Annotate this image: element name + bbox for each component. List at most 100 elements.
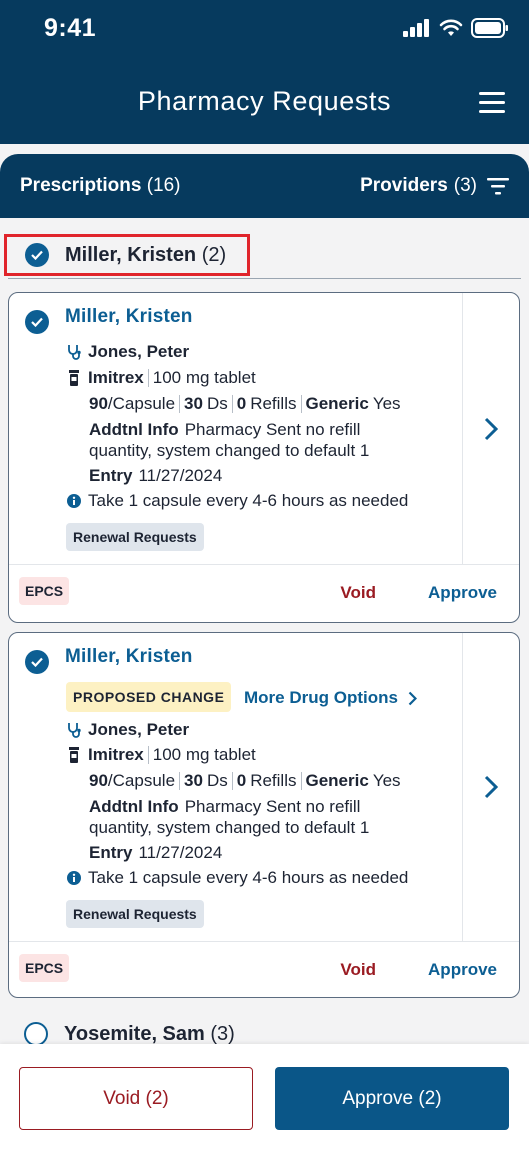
filter-tabbar: Prescriptions (16) Providers (3) (0, 154, 529, 218)
sig-row: Take 1 capsule every 4-6 hours as needed (66, 868, 408, 888)
tab-prescriptions-count: (16) (146, 175, 181, 196)
qty-value: 90 (89, 394, 108, 413)
entry-label: Entry (89, 843, 133, 862)
entry-row: Entry 11/27/2024 (89, 466, 222, 486)
refills-label: Refills (250, 394, 297, 413)
days-value: 30 (184, 771, 203, 790)
chevron-right-icon[interactable] (484, 775, 498, 799)
void-link[interactable]: Void (340, 960, 376, 980)
group-count: (2) (201, 243, 227, 266)
refills-label: Refills (250, 771, 297, 790)
separator (300, 772, 302, 790)
checkmark-icon[interactable] (25, 650, 49, 674)
request-card[interactable]: Miller, Kristen Jones, Peter Imitrex 100… (8, 292, 520, 623)
drug-row: Imitrex 100 mg tablet (66, 745, 256, 765)
renewal-chip: Renewal Requests (66, 900, 204, 928)
app-header: 9:41 Pharmacy Requests (0, 0, 529, 144)
group-patient-name: Miller, Kristen (65, 243, 197, 266)
info-icon (66, 494, 82, 508)
approve-link[interactable]: Approve (428, 960, 497, 980)
days-unit: Ds (206, 771, 228, 790)
divider (8, 278, 521, 279)
addtl-info-row-2: quantity, system changed to default 1 (89, 441, 369, 461)
drug-strength: 100 mg tablet (152, 368, 256, 387)
qty-unit: /Capsule (107, 771, 176, 790)
sig-text: Take 1 capsule every 4-6 hours as needed (88, 868, 409, 887)
group-count: (3) (210, 1022, 235, 1045)
epcs-badge: EPCS (19, 577, 70, 605)
group-header-miller[interactable]: Miller, Kristen (2) (4, 234, 250, 276)
drug-row: Imitrex 100 mg tablet (66, 368, 256, 388)
card-detail-column[interactable] (462, 293, 519, 564)
refills-value: 0 (236, 394, 247, 413)
qty-unit: /Capsule (107, 394, 176, 413)
group-name: Miller, Kristen (2) (65, 244, 226, 267)
card-detail-column[interactable] (462, 633, 519, 941)
addtl-text: Pharmacy Sent no refill (184, 797, 361, 816)
group-name: Yosemite, Sam (3) (64, 1023, 235, 1046)
renewal-chip: Renewal Requests (66, 523, 204, 551)
separator (300, 395, 302, 413)
entry-date: 11/27/2024 (138, 843, 223, 862)
approve-link[interactable]: Approve (428, 583, 497, 603)
refills-value: 0 (236, 771, 247, 790)
checkmark-icon[interactable] (25, 310, 49, 334)
qty-value: 90 (89, 771, 108, 790)
addtl-text: Pharmacy Sent no refill (184, 420, 361, 439)
page-title: Pharmacy Requests (137, 86, 392, 116)
addtl-label: Addtnl Info (89, 797, 179, 816)
more-drug-options-link[interactable]: More Drug Options (244, 688, 417, 708)
unchecked-circle-icon[interactable] (24, 1022, 48, 1046)
more-drug-options-label: More Drug Options (244, 688, 398, 707)
separator (231, 772, 233, 790)
approve-all-button[interactable]: Approve (2) (275, 1067, 509, 1130)
sig-text: Take 1 capsule every 4-6 hours as needed (88, 491, 409, 510)
filter-icon[interactable] (487, 177, 509, 195)
drug-name: Imitrex (88, 368, 144, 387)
provider-name: Jones, Peter (88, 342, 190, 361)
request-card[interactable]: Miller, Kristen PROPOSED CHANGE More Dru… (8, 632, 520, 998)
void-link[interactable]: Void (340, 583, 376, 603)
days-unit: Ds (206, 394, 228, 413)
separator (147, 369, 149, 387)
separator (179, 772, 181, 790)
menu-icon[interactable] (479, 92, 505, 116)
patient-name: Miller, Kristen (65, 646, 193, 667)
pill-bottle-icon (66, 747, 82, 763)
generic-value: Yes (372, 394, 401, 413)
status-time: 9:41 (44, 14, 97, 42)
card-footer: EPCS Void Approve (9, 564, 519, 622)
drug-strength: 100 mg tablet (152, 745, 256, 764)
proposed-change-badge: PROPOSED CHANGE (66, 682, 232, 712)
card-footer: EPCS Void Approve (9, 941, 519, 999)
signal-icon (403, 19, 429, 37)
chevron-right-icon[interactable] (484, 417, 498, 441)
info-icon (66, 871, 82, 885)
void-all-button[interactable]: Void (2) (19, 1067, 253, 1130)
separator (147, 746, 149, 764)
group-patient-name: Yosemite, Sam (64, 1022, 205, 1045)
drug-name: Imitrex (88, 745, 144, 764)
wifi-icon (439, 19, 463, 36)
generic-label: Generic (305, 394, 369, 413)
entry-label: Entry (89, 466, 133, 485)
stethoscope-icon (66, 344, 82, 360)
entry-date: 11/27/2024 (138, 466, 223, 485)
battery-icon (471, 18, 508, 38)
tab-prescriptions[interactable]: Prescriptions (16) (20, 175, 181, 197)
tab-providers[interactable]: Providers (3) (360, 175, 509, 197)
chevron-right-icon (408, 691, 417, 705)
bottom-action-bar: Void (2) Approve (2) (0, 1044, 529, 1151)
group-header-yosemite[interactable]: Yosemite, Sam (3) (24, 1022, 235, 1046)
patient-name: Miller, Kristen (65, 306, 193, 327)
separator (231, 395, 233, 413)
checkmark-icon[interactable] (25, 243, 49, 267)
provider-row: Jones, Peter (66, 342, 189, 362)
addtl-text-continued: quantity, system changed to default 1 (89, 441, 370, 460)
addtl-text-continued: quantity, system changed to default 1 (89, 818, 370, 837)
quantity-row: 90 /Capsule 30 Ds 0 Refills Generic Yes (89, 394, 401, 414)
sig-row: Take 1 capsule every 4-6 hours as needed (66, 491, 408, 511)
pill-bottle-icon (66, 370, 82, 386)
status-icons (403, 18, 509, 38)
generic-value: Yes (372, 771, 401, 790)
